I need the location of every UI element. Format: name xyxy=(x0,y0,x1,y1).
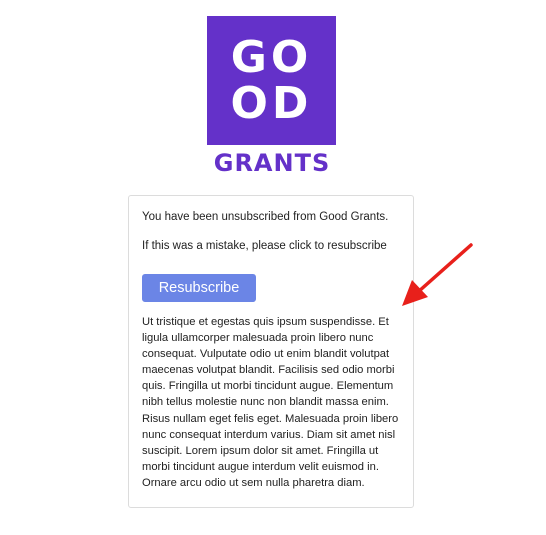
logo-wordmark: GRANTS xyxy=(213,149,331,177)
body-text: Ut tristique et egestas quis ipsum suspe… xyxy=(142,316,399,489)
logo-line-2: OD xyxy=(230,77,313,129)
red-arrow-icon xyxy=(402,243,473,306)
good-grants-logo: GO OD xyxy=(207,16,336,145)
arrow-head xyxy=(402,280,428,306)
resubscribe-button[interactable]: Resubscribe xyxy=(142,274,256,302)
unsubscribe-card: You have been unsubscribed from Good Gra… xyxy=(128,195,414,508)
logo-line-1: GO xyxy=(230,31,313,83)
arrow-shaft xyxy=(416,243,473,294)
mistake-message: If this was a mistake, please click to r… xyxy=(142,240,387,252)
unsubscribed-message: You have been unsubscribed from Good Gra… xyxy=(142,211,389,223)
page: GO OD GRANTS You have been unsubscribed … xyxy=(0,0,546,535)
